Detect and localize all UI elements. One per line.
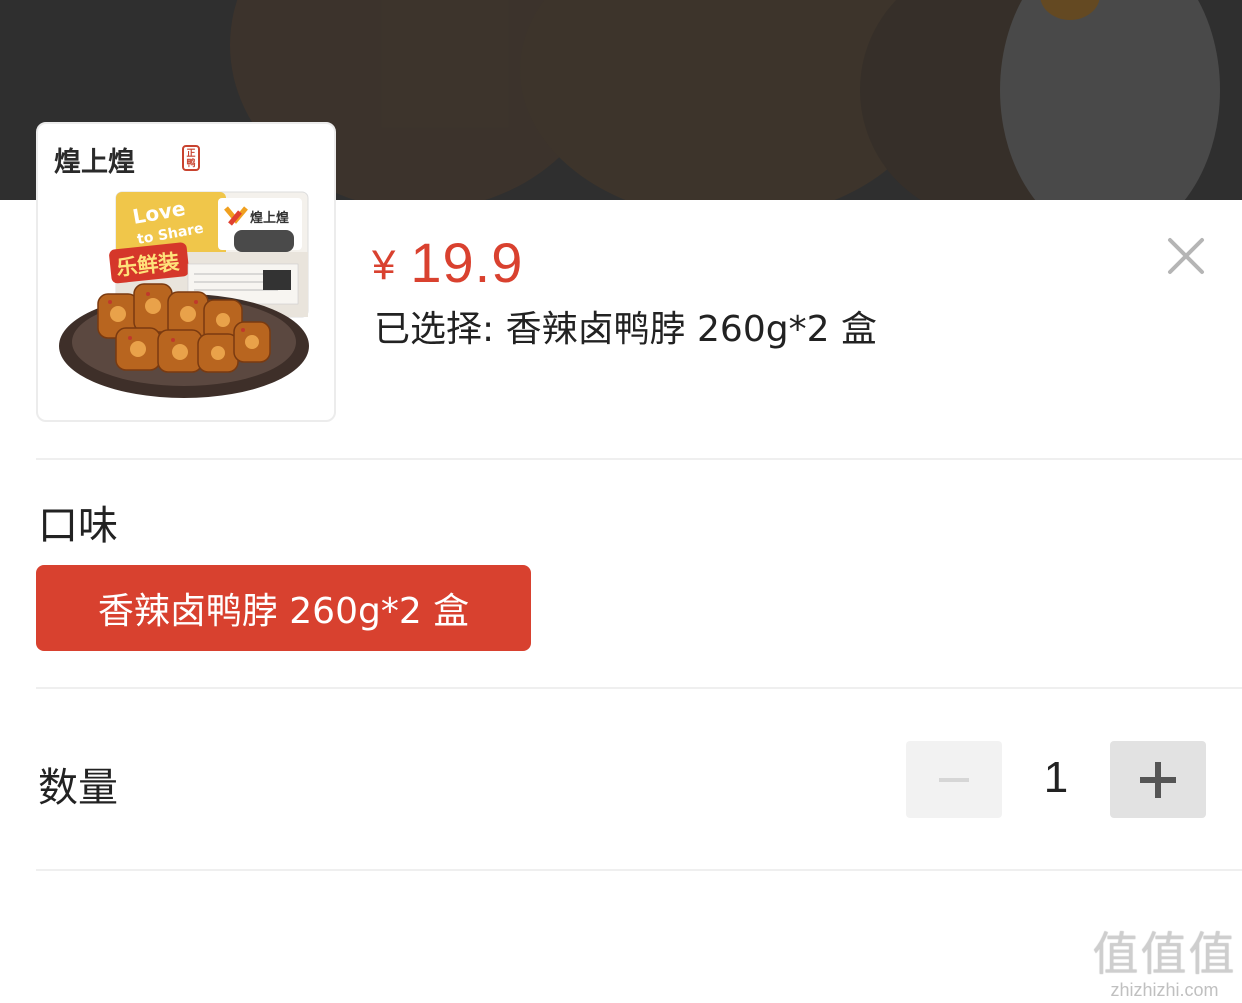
price-currency: ¥ [372,241,397,288]
package-brand-text: 煌上煌 [250,210,289,226]
divider [36,869,1242,871]
minus-icon [939,778,969,782]
watermark-logo: 值值值 [1092,927,1237,981]
close-button[interactable] [1162,232,1210,280]
product-price: ¥19.9 [372,230,523,295]
divider [36,687,1242,689]
quantity-increase-button[interactable] [1110,741,1206,818]
quantity-value[interactable]: 1 [1014,753,1098,803]
product-thumbnail: 煌上煌 Love to Share 乐鲜装 煌上煌 正鸭 [36,122,336,422]
close-icon [1168,238,1204,274]
quantity-decrease-button[interactable] [906,741,1002,818]
plus-icon [1155,762,1161,798]
price-value: 19.9 [410,231,524,294]
site-watermark: 值值值 zhizhizhi.com [1092,918,1237,1001]
flavor-option-selected[interactable]: 香辣卤鸭脖 260g*2 盒 [36,565,531,651]
selected-sku-text: 已选择: 香辣卤鸭脖 260g*2 盒 [374,309,877,350]
flavor-section-title: 口味 [38,503,118,549]
thumbnail-brand-logo: 煌上煌 [54,147,135,178]
thumbnail-brand-seal: 正鸭 [182,145,200,171]
quantity-section-title: 数量 [38,765,118,811]
watermark-url: zhizhizhi.com [1110,980,1219,1000]
divider [36,458,1242,460]
